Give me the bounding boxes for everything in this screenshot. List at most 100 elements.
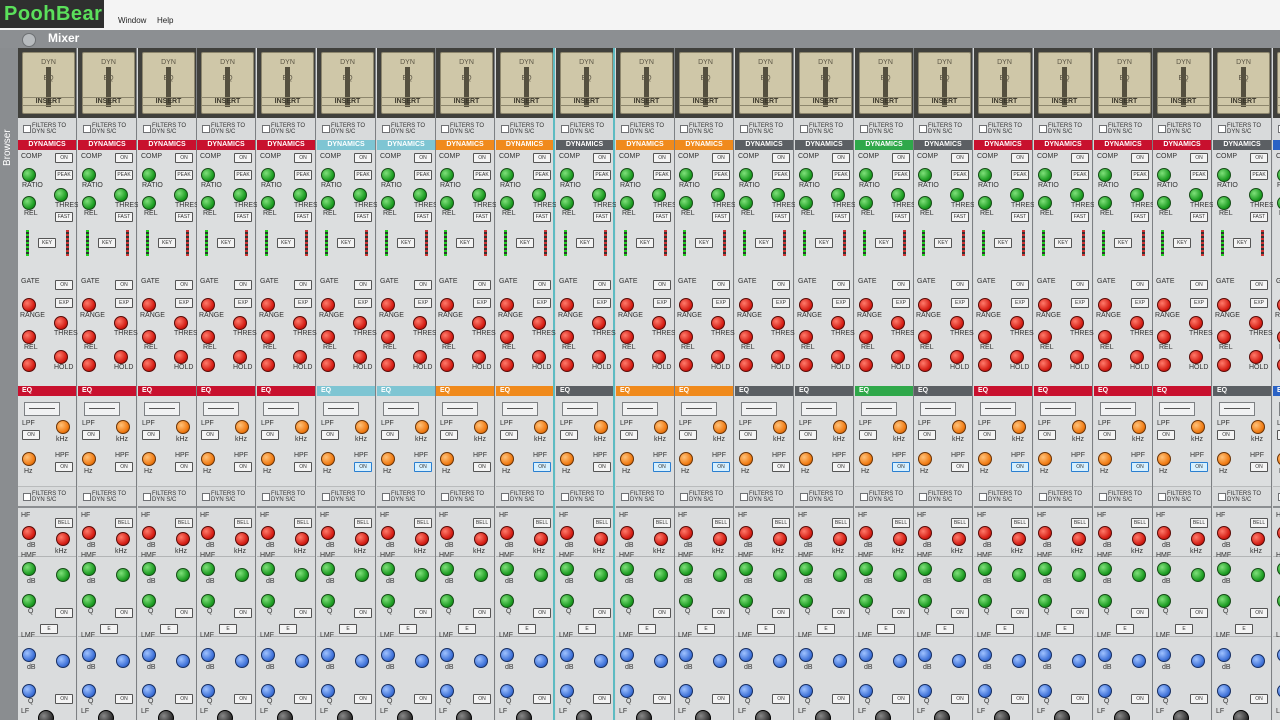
insert-panel[interactable]: DYNEQINSERT [440, 52, 493, 114]
e-button[interactable]: E [877, 624, 895, 634]
gate-extra-knob[interactable] [560, 358, 574, 372]
gate-rel-knob[interactable] [82, 330, 96, 344]
filters-to-dyn-checkbox-2[interactable] [740, 493, 748, 501]
bell-button[interactable]: BELL [175, 518, 193, 528]
gate-extra-knob[interactable] [201, 358, 215, 372]
peak-button[interactable]: PEAK [414, 170, 432, 180]
filters-to-dyn-checkbox-2[interactable] [83, 493, 91, 501]
hmf-on-button[interactable]: ON [473, 608, 491, 618]
bell-button[interactable]: BELL [354, 518, 372, 528]
hmf-q-knob[interactable] [201, 594, 215, 608]
gate-thres-knob[interactable] [1249, 316, 1263, 330]
hpf-knob[interactable] [381, 452, 395, 466]
filters-to-dyn-checkbox-2[interactable] [1158, 493, 1166, 501]
e-button[interactable]: E [219, 624, 237, 634]
ratio-knob[interactable] [381, 168, 395, 182]
fast-button[interactable]: FAST [593, 212, 611, 222]
hpf-on-button[interactable]: ON [1071, 462, 1089, 472]
key-button[interactable]: KEY [38, 238, 56, 248]
lpf-knob[interactable] [56, 420, 70, 434]
bell-button[interactable]: BELL [1131, 518, 1149, 528]
hpf-on-button[interactable]: ON [1190, 462, 1208, 472]
e-button[interactable]: E [638, 624, 656, 634]
lmf-freq-knob[interactable] [415, 654, 429, 668]
gate-thres-knob[interactable] [1010, 316, 1024, 330]
comp-on-button[interactable]: ON [115, 153, 133, 163]
filters-to-dyn-checkbox[interactable] [561, 125, 569, 133]
fast-button[interactable]: FAST [533, 212, 551, 222]
thres-knob[interactable] [413, 188, 427, 202]
exp-button[interactable]: EXP [1190, 298, 1208, 308]
gate-rel-knob[interactable] [978, 330, 992, 344]
filters-to-dyn-checkbox[interactable] [1158, 125, 1166, 133]
hpf-on-button[interactable]: ON [294, 462, 312, 472]
lpf-on-button[interactable]: ON [1038, 430, 1056, 440]
hmf-gain-knob[interactable] [440, 562, 454, 576]
gate-extra-knob[interactable] [22, 358, 36, 372]
comp-on-button[interactable]: ON [653, 153, 671, 163]
comp-on-button[interactable]: ON [712, 153, 730, 163]
lmf-freq-knob[interactable] [355, 654, 369, 668]
lmf-freq-knob[interactable] [534, 654, 548, 668]
lpf-on-button[interactable]: ON [500, 430, 518, 440]
lmf-on-button[interactable]: ON [712, 694, 730, 704]
filters-to-dyn-checkbox[interactable] [441, 125, 449, 133]
lmf-on-button[interactable]: ON [892, 694, 910, 704]
lmf-on-button[interactable]: ON [1190, 694, 1208, 704]
gate-rel-knob[interactable] [381, 330, 395, 344]
gate-range-knob[interactable] [859, 298, 873, 312]
hpf-on-button[interactable]: ON [414, 462, 432, 472]
hmf-on-button[interactable]: ON [1250, 608, 1268, 618]
comp-on-button[interactable]: ON [1190, 153, 1208, 163]
gate-on-button[interactable]: ON [1011, 280, 1029, 290]
exp-button[interactable]: EXP [1011, 298, 1029, 308]
release-knob[interactable] [261, 196, 275, 210]
comp-on-button[interactable]: ON [55, 153, 73, 163]
bell-button[interactable]: BELL [832, 518, 850, 528]
lmf-gain-knob[interactable] [739, 648, 753, 662]
gate-thres-knob[interactable] [532, 316, 546, 330]
filters-to-dyn-checkbox[interactable] [83, 125, 91, 133]
lmf-on-button[interactable]: ON [294, 694, 312, 704]
gate-extra-knob[interactable] [142, 358, 156, 372]
hmf-gain-knob[interactable] [82, 562, 96, 576]
thres-knob[interactable] [771, 188, 785, 202]
lmf-gain-knob[interactable] [978, 648, 992, 662]
hpf-knob[interactable] [1217, 452, 1231, 466]
hpf-on-button[interactable]: ON [1011, 462, 1029, 472]
lpf-knob[interactable] [1132, 420, 1146, 434]
key-button[interactable]: KEY [934, 238, 952, 248]
lmf-q-knob[interactable] [739, 684, 753, 698]
gate-range-knob[interactable] [440, 298, 454, 312]
comp-on-button[interactable]: ON [1071, 153, 1089, 163]
bell-button[interactable]: BELL [653, 518, 671, 528]
e-button[interactable]: E [578, 624, 596, 634]
e-button[interactable]: E [1056, 624, 1074, 634]
bell-button[interactable]: BELL [414, 518, 432, 528]
hmf-gain-knob[interactable] [560, 562, 574, 576]
thres-knob[interactable] [1010, 188, 1024, 202]
lpf-knob[interactable] [235, 420, 249, 434]
release-knob[interactable] [440, 196, 454, 210]
exp-button[interactable]: EXP [712, 298, 730, 308]
release-knob[interactable] [560, 196, 574, 210]
e-button[interactable]: E [936, 624, 954, 634]
release-knob[interactable] [500, 196, 514, 210]
release-knob[interactable] [679, 196, 693, 210]
key-button[interactable]: KEY [1233, 238, 1251, 248]
gate-rel-knob[interactable] [739, 330, 753, 344]
ratio-knob[interactable] [918, 168, 932, 182]
gate-range-knob[interactable] [201, 298, 215, 312]
gate-hold-knob[interactable] [771, 350, 785, 364]
filters-to-dyn-checkbox-2[interactable] [561, 493, 569, 501]
release-knob[interactable] [799, 196, 813, 210]
fast-button[interactable]: FAST [234, 212, 252, 222]
gate-range-knob[interactable] [1157, 298, 1171, 312]
hmf-on-button[interactable]: ON [832, 608, 850, 618]
hf-gain-knob[interactable] [22, 526, 36, 540]
lmf-q-knob[interactable] [1217, 684, 1231, 698]
hf-gain-knob[interactable] [261, 526, 275, 540]
hf-freq-knob[interactable] [474, 532, 488, 546]
hmf-on-button[interactable]: ON [892, 608, 910, 618]
lf-knob[interactable] [158, 710, 174, 720]
